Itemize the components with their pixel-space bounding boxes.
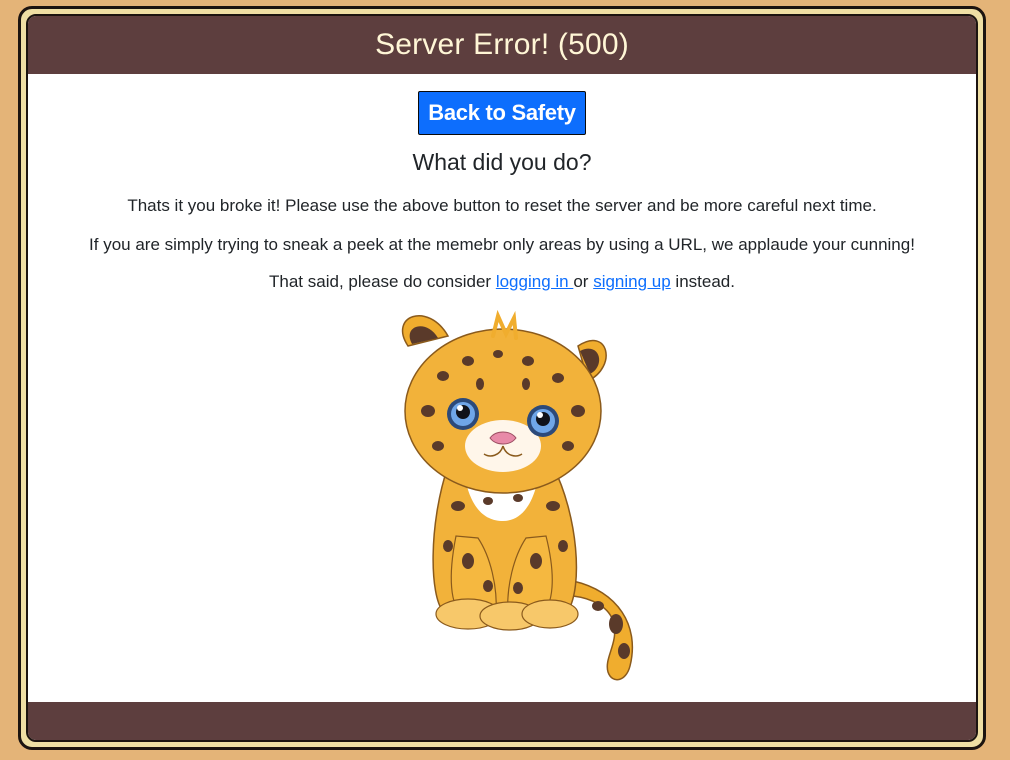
back-to-safety-button[interactable]: Back to Safety (418, 91, 586, 135)
outer-frame: Server Error! (500) Back to Safety What … (18, 6, 986, 750)
footer-bar (28, 702, 976, 740)
main-content: Back to Safety What did you do? Thats it… (28, 74, 976, 702)
signup-link[interactable]: signing up (593, 272, 671, 291)
error-heading: What did you do? (412, 149, 592, 175)
url-message: If you are simply trying to sneak a peek… (89, 235, 915, 254)
card: Server Error! (500) Back to Safety What … (26, 14, 978, 742)
login-suggestion-prefix: That said, please do consider (269, 272, 496, 291)
login-suggestion: That said, please do consider logging in… (28, 272, 976, 292)
error-message: Thats it you broke it! Please use the ab… (127, 196, 877, 215)
login-suggestion-middle: or (573, 272, 594, 291)
jaguar-cub-illustration (401, 309, 634, 681)
header-bar: Server Error! (500) (28, 16, 976, 74)
login-suggestion-suffix: instead. (670, 272, 735, 291)
page-title: Server Error! (500) (375, 28, 629, 61)
login-link[interactable]: logging in (496, 272, 574, 291)
